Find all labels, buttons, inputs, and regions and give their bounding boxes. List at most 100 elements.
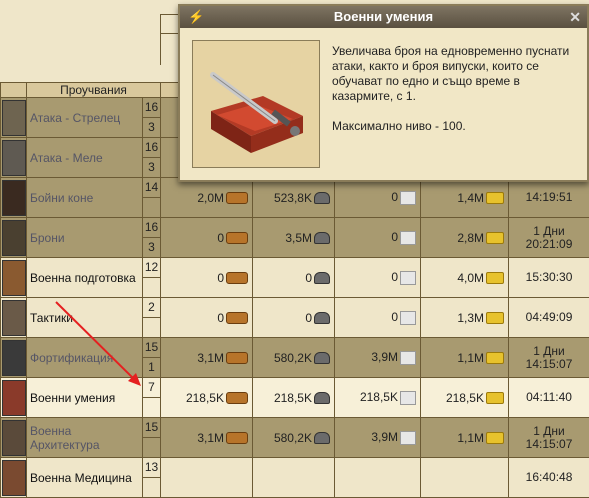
tooltip-description: Увеличава броя на едновременно пуснати а… <box>332 44 577 104</box>
table-row[interactable]: Военна подготовка120004,0M15:30:30 <box>1 258 589 298</box>
research-name[interactable]: Атака - Меле <box>27 138 143 178</box>
tooltip-text: Увеличава броя на едновременно пуснати а… <box>332 44 577 149</box>
level-top: 14 <box>143 178 160 197</box>
wood-icon <box>226 232 248 244</box>
marble-value: 0 <box>391 310 398 324</box>
wood-cost: 218,5K <box>161 378 253 418</box>
research-name[interactable]: Бойни коне <box>27 178 143 218</box>
stone-cost: 580,2K <box>253 338 335 378</box>
table-row[interactable]: Военна Медицина13 16:40:48 <box>1 458 589 498</box>
research-name[interactable]: Брони <box>27 218 143 258</box>
stone-cost: 523,8K <box>253 178 335 218</box>
wood-icon <box>226 272 248 284</box>
time-cell: 16:40:48 <box>509 458 589 498</box>
tooltip-title: Военни умения <box>334 9 433 24</box>
stone-icon <box>314 432 330 444</box>
level-cell: 163 <box>143 98 161 138</box>
gold-value: 4,0M <box>457 271 484 285</box>
time-cell: 14:19:51 <box>509 178 589 218</box>
stone-cost: 218,5K <box>253 378 335 418</box>
marble-cost: 3,9M <box>335 338 421 378</box>
lightning-icon: ⚡ <box>188 6 204 28</box>
wood-icon <box>226 312 248 324</box>
gold-icon <box>486 192 504 204</box>
table-row[interactable]: Фортификация1513,1M580,2K3,9M1,1M1 Дни14… <box>1 338 589 378</box>
research-thumb-cell <box>1 338 27 378</box>
gold-cost: 2,8M <box>421 218 509 258</box>
military-skills-book-image <box>192 40 320 168</box>
marble-icon <box>400 191 416 205</box>
research-thumb <box>2 220 26 256</box>
research-name[interactable]: Фортификация <box>27 338 143 378</box>
gold-value: 1,1M <box>457 351 484 365</box>
wood-value: 3,1M <box>197 431 224 445</box>
stone-cost: 3,5M <box>253 218 335 258</box>
research-name[interactable]: Военна Медицина <box>27 458 143 498</box>
research-name[interactable]: Военна Архитектура <box>27 418 143 458</box>
level-top: 13 <box>143 458 160 477</box>
level-bottom <box>143 277 160 297</box>
marble-icon <box>400 271 416 285</box>
gold-icon <box>486 232 504 244</box>
research-name[interactable]: Военни умения <box>27 378 143 418</box>
level-bottom <box>143 397 160 417</box>
gold-icon <box>486 352 504 364</box>
marble-cost: 0 <box>335 178 421 218</box>
table-row[interactable]: Брони16303,5M02,8M1 Дни20:21:09 <box>1 218 589 258</box>
stone-icon <box>314 232 330 244</box>
marble-cost <box>335 458 421 498</box>
research-thumb-cell <box>1 138 27 178</box>
tooltip-popup: ⚡ Военни умения ✕ Увеличава броя на едно… <box>178 4 589 182</box>
level-bottom <box>143 317 160 337</box>
gold-value: 1,4M <box>457 191 484 205</box>
marble-cost: 0 <box>335 258 421 298</box>
stone-value: 0 <box>305 311 312 325</box>
table-row[interactable]: Военна Архитектура153,1M580,2K3,9M1,1M1 … <box>1 418 589 458</box>
wood-icon <box>226 352 248 364</box>
marble-cost: 3,9M <box>335 418 421 458</box>
marble-value: 3,9M <box>371 430 398 444</box>
level-bottom: 3 <box>143 157 160 177</box>
gold-cost <box>421 458 509 498</box>
marble-icon <box>400 311 416 325</box>
gold-cost: 4,0M <box>421 258 509 298</box>
level-cell: 163 <box>143 218 161 258</box>
wood-cost: 3,1M <box>161 418 253 458</box>
level-bottom <box>143 477 160 497</box>
time-cell: 1 Дни14:15:07 <box>509 338 589 378</box>
research-name[interactable]: Атака - Стрелец <box>27 98 143 138</box>
wood-value: 2,0M <box>197 191 224 205</box>
tooltip-max-level: Максимално ниво - 100. <box>332 119 577 134</box>
level-top: 2 <box>143 298 160 317</box>
level-bottom <box>143 197 160 217</box>
level-cell: 163 <box>143 138 161 178</box>
wood-cost: 0 <box>161 258 253 298</box>
research-thumb-cell <box>1 378 27 418</box>
wood-cost: 0 <box>161 218 253 258</box>
table-row[interactable]: Бойни коне14 2,0M 523,8K 0 1,4M 14:19:51 <box>1 178 589 218</box>
stone-icon <box>314 392 330 404</box>
research-name[interactable]: Тактики <box>27 298 143 338</box>
level-bottom <box>143 437 160 457</box>
level-top: 15 <box>143 338 160 357</box>
marble-value: 0 <box>391 190 398 204</box>
gold-cost: 1,3M <box>421 298 509 338</box>
wood-icon <box>226 432 248 444</box>
level-bottom: 3 <box>143 237 160 257</box>
gold-icon <box>486 272 504 284</box>
marble-cost: 0 <box>335 218 421 258</box>
level-top: 16 <box>143 138 160 157</box>
wood-value: 0 <box>217 271 224 285</box>
close-icon[interactable]: ✕ <box>569 6 581 28</box>
level-bottom: 1 <box>143 357 160 377</box>
level-bottom: 3 <box>143 117 160 137</box>
table-row[interactable]: Военни умения7218,5K218,5K218,5K218,5K04… <box>1 378 589 418</box>
table-row[interactable]: Тактики20001,3M04:49:09 <box>1 298 589 338</box>
stone-value: 0 <box>305 271 312 285</box>
research-name[interactable]: Военна подготовка <box>27 258 143 298</box>
stone-cost: 580,2K <box>253 418 335 458</box>
marble-cost: 0 <box>335 298 421 338</box>
tooltip-title-bar: ⚡ Военни умения ✕ <box>180 6 587 28</box>
level-top: 16 <box>143 98 160 117</box>
stone-icon <box>314 192 330 204</box>
